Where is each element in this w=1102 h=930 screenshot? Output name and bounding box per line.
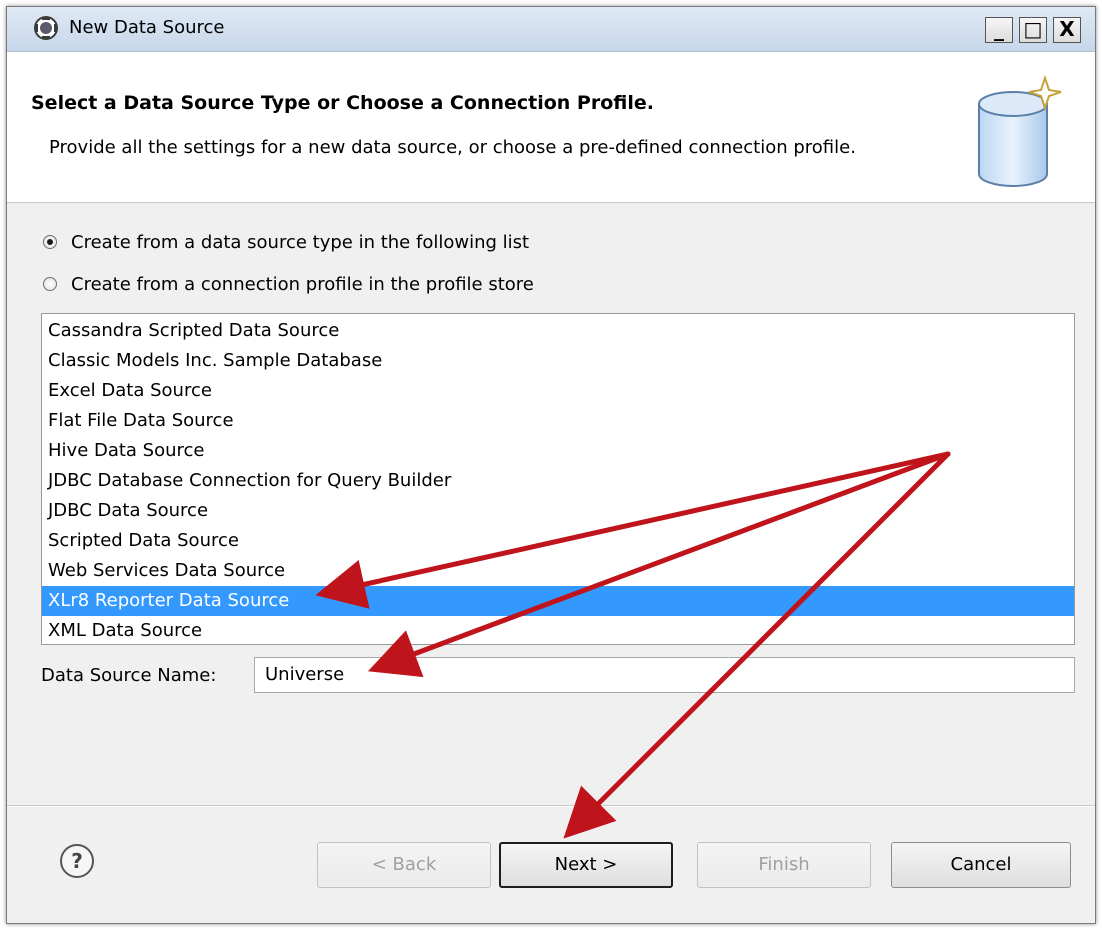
maximize-button[interactable]: □ xyxy=(1019,17,1047,43)
list-item[interactable]: Scripted Data Source xyxy=(42,526,1074,556)
list-item[interactable]: XML Data Source xyxy=(42,616,1074,646)
wizard-header: Select a Data Source Type or Choose a Co… xyxy=(7,52,1095,203)
window-title: New Data Source xyxy=(69,17,225,38)
radio-create-from-type-label: Create from a data source type in the fo… xyxy=(71,231,530,253)
next-button[interactable]: Next > xyxy=(499,842,673,888)
close-button[interactable]: X xyxy=(1053,17,1081,43)
list-item[interactable]: Classic Models Inc. Sample Database xyxy=(42,346,1074,376)
eclipse-app-icon xyxy=(34,16,58,40)
radio-create-from-type[interactable]: Create from a data source type in the fo… xyxy=(43,227,529,257)
radio-create-from-profile-label: Create from a connection profile in the … xyxy=(71,273,534,295)
help-icon[interactable]: ? xyxy=(59,843,95,879)
footer-divider xyxy=(7,805,1095,807)
new-data-source-dialog: New Data Source _ □ X Select a Data Sour… xyxy=(6,6,1096,924)
radio-checked-indicator[interactable] xyxy=(43,235,57,249)
minimize-button[interactable]: _ xyxy=(985,17,1013,43)
title-bar: New Data Source _ □ X xyxy=(7,7,1095,52)
list-item[interactable]: Flat File Data Source xyxy=(42,406,1074,436)
back-button[interactable]: < Back xyxy=(317,842,491,888)
database-wizard-icon xyxy=(978,74,1062,187)
data-source-type-list[interactable]: Cassandra Scripted Data Source Classic M… xyxy=(41,313,1075,645)
finish-button[interactable]: Finish xyxy=(697,842,871,888)
list-item[interactable]: Cassandra Scripted Data Source xyxy=(42,316,1074,346)
cancel-button[interactable]: Cancel xyxy=(891,842,1071,888)
svg-text:?: ? xyxy=(71,849,83,873)
list-item[interactable]: Web Services Data Source xyxy=(42,556,1074,586)
radio-create-from-profile[interactable]: Create from a connection profile in the … xyxy=(43,269,534,299)
list-item[interactable]: JDBC Data Source xyxy=(42,496,1074,526)
list-item-selected[interactable]: XLr8 Reporter Data Source xyxy=(42,586,1074,616)
list-item[interactable]: Hive Data Source xyxy=(42,436,1074,466)
list-item[interactable]: Excel Data Source xyxy=(42,376,1074,406)
page-description: Provide all the settings for a new data … xyxy=(49,137,856,158)
wizard-content: Create from a data source type in the fo… xyxy=(7,203,1095,793)
list-item[interactable]: JDBC Database Connection for Query Build… xyxy=(42,466,1074,496)
data-source-name-label: Data Source Name: xyxy=(41,665,217,686)
data-source-name-input[interactable]: Universe xyxy=(254,657,1075,693)
page-title: Select a Data Source Type or Choose a Co… xyxy=(31,92,654,114)
radio-unchecked-indicator[interactable] xyxy=(43,277,57,291)
